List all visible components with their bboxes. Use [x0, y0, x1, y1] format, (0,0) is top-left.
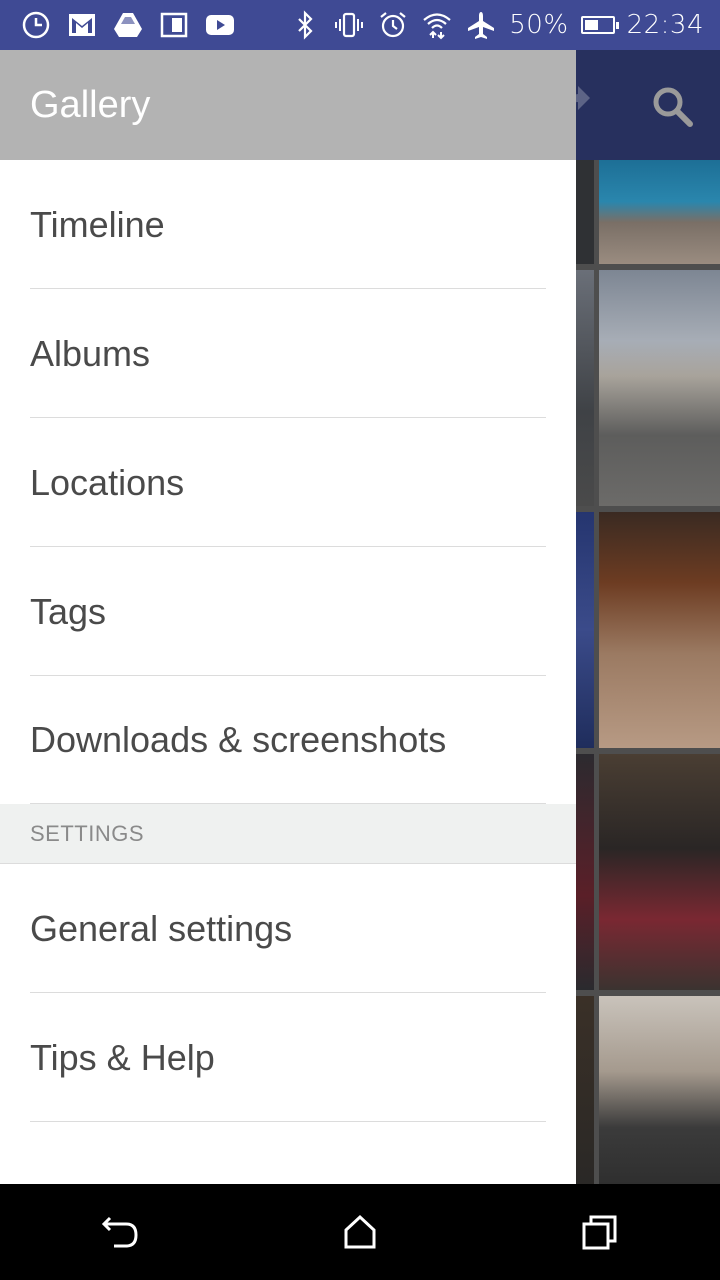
menu-item-downloads-screenshots[interactable]: Downloads & screenshots	[0, 676, 576, 804]
alarm-icon	[377, 9, 409, 41]
menu-item-label: Tags	[30, 590, 107, 632]
menu-item-label: General settings	[30, 907, 293, 949]
gmail-icon	[66, 9, 98, 41]
menu-item-label: Locations	[30, 461, 185, 503]
home-icon[interactable]	[330, 1202, 390, 1262]
battery-icon	[580, 16, 619, 34]
vibrate-icon	[333, 9, 365, 41]
menu-item-tips-help[interactable]: Tips & Help	[0, 993, 576, 1122]
drawer-menu: Timeline Albums Locations Tags Downloads…	[0, 160, 576, 804]
drive-icon	[112, 9, 144, 41]
settings-menu: General settings Tips & Help	[0, 864, 576, 1122]
menu-item-albums[interactable]: Albums	[0, 289, 576, 418]
menu-item-timeline[interactable]: Timeline	[0, 160, 576, 289]
airplane-icon	[465, 9, 497, 41]
menu-item-tags[interactable]: Tags	[0, 547, 576, 676]
navigation-drawer: Gallery Timeline Albums Locations Tags D…	[0, 50, 576, 1184]
settings-section-header: SETTINGS	[0, 804, 576, 864]
wifi-icon	[421, 9, 453, 41]
clock-icon	[20, 9, 52, 41]
back-icon[interactable]	[90, 1202, 150, 1262]
menu-item-label: Downloads & screenshots	[30, 719, 447, 760]
photo-thumbnail[interactable]	[599, 512, 720, 748]
menu-item-general-settings[interactable]: General settings	[0, 864, 576, 993]
status-bar: 50% 22:34	[0, 0, 720, 50]
search-icon[interactable]	[650, 84, 694, 128]
photo-thumbnail[interactable]	[599, 160, 720, 264]
section-label: SETTINGS	[30, 820, 145, 846]
photo-thumbnail[interactable]	[599, 270, 720, 506]
menu-item-label: Tips & Help	[30, 1036, 215, 1078]
drawer-header: Gallery	[0, 50, 576, 160]
menu-item-label: Albums	[30, 332, 151, 374]
dual-screen-icon	[158, 9, 190, 41]
photo-thumbnail[interactable]	[599, 754, 720, 990]
battery-percent: 50%	[509, 10, 569, 40]
menu-item-locations[interactable]: Locations	[0, 418, 576, 547]
bluetooth-icon	[289, 9, 321, 41]
drawer-title: Gallery	[30, 83, 151, 126]
youtube-icon	[204, 9, 236, 41]
menu-item-label: Timeline	[30, 203, 165, 245]
recent-apps-icon[interactable]	[570, 1202, 630, 1262]
photo-thumbnail[interactable]	[599, 996, 720, 1184]
system-nav-bar	[0, 1184, 720, 1280]
clock-time: 22:34	[626, 10, 704, 40]
